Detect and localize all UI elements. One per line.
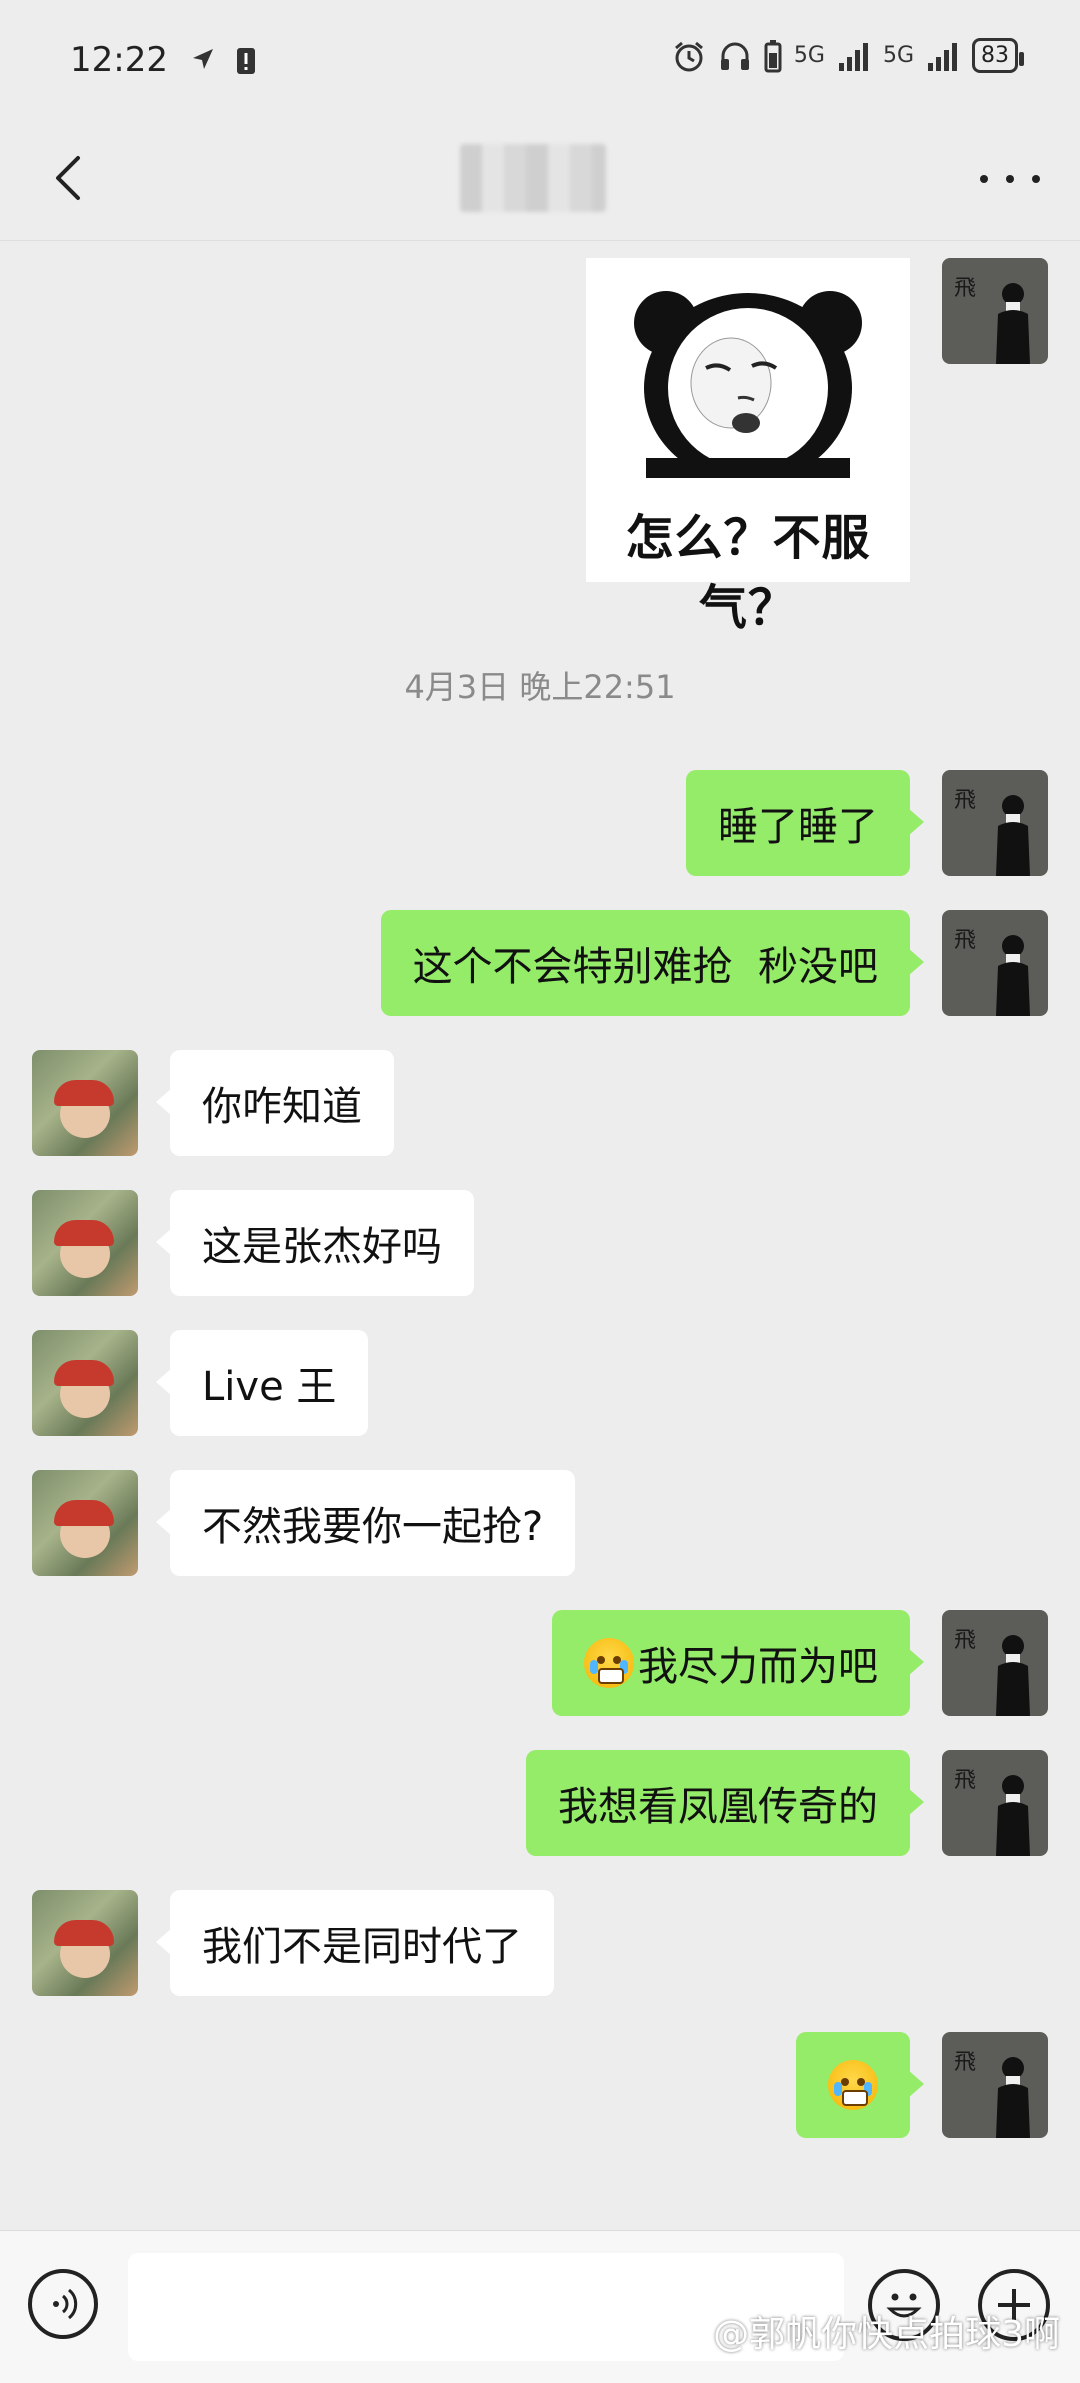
avatar[interactable] [32,1890,138,1996]
message-bubble-other[interactable]: 这是张杰好吗 [156,1190,474,1296]
status-right-icons: 5G 5G 83 [672,38,1024,73]
emoji-eye [597,1656,605,1664]
message-bubble-other[interactable]: 不然我要你一起抢? [155,1470,576,1576]
message-timestamp: 4月3日 晚上22:51 [404,668,676,706]
more-horizontal-icon [980,175,988,183]
headphones-icon [720,42,749,70]
avatar-char: 飛 [954,276,977,301]
battery-saver-icon [764,39,782,72]
avatar-hat [54,1080,114,1106]
avatar[interactable] [32,1190,138,1296]
avatar-hat [54,1500,114,1526]
avatar-char: 飛 [954,2050,977,2075]
more-options-button[interactable] [980,164,1040,194]
chevron-left-icon[interactable] [40,148,100,208]
voice-input-button[interactable] [28,2269,98,2339]
avatar-char: 飛 [954,1628,977,1653]
watermark: @郭帆你快点拍球3啊 [713,2314,1060,2355]
avatar-hat [54,1360,114,1386]
message-bubble-self[interactable]: 睡了睡了 [686,770,924,876]
message-bubble-self[interactable] [796,2032,924,2138]
chat-header [0,120,1080,241]
sticker-caption: 怎么？不服气？ [625,510,871,636]
signal-label-2: 5G [882,43,914,68]
more-dot [1032,175,1040,183]
person-silhouette-icon [996,283,1030,364]
avatar-hat [54,1920,114,1946]
panda-meme-icon [634,291,862,478]
status-left-icons [190,46,256,76]
crying-face-icon [584,1638,634,1688]
emoji-tear [590,1660,598,1674]
person-silhouette-icon [996,1635,1030,1716]
voice-wave-icon [53,2288,78,2320]
emoji-mouth [598,1668,624,1684]
signal-bars-icon [838,42,868,71]
signal-label-1: 5G [793,43,825,68]
status-time: 12:22 [70,40,168,80]
avatar[interactable] [32,1330,138,1436]
message-bubble-other[interactable]: Live 王 [155,1330,369,1436]
avatar-char: 飛 [954,788,977,813]
status-bar: 12:22 5G 5G 83 [0,0,1080,120]
avatar[interactable]: 飛 [942,2032,1048,2138]
person-silhouette-icon [996,1775,1030,1856]
avatar-hat [54,1220,114,1246]
avatar-char: 飛 [954,1768,977,1793]
signal-bars-icon [928,42,957,71]
message-bubble-self[interactable]: 我尽力而为吧 [552,1610,924,1716]
emoji-tear [834,2082,842,2096]
alarm-icon [674,41,703,71]
message-bubble-self[interactable]: 这个不会特别难抢 秒没吧 [380,910,925,1016]
message-bubble-self[interactable]: 我想看凤凰传奇的 [526,1750,924,1856]
sticker-image[interactable]: 怎么？不服气？ [586,258,910,636]
battery-level: 83 [972,38,1024,73]
avatar[interactable]: 飛 [942,910,1048,1016]
message-bubble-other[interactable]: 我们不是同时代了 [156,1890,554,1996]
avatar[interactable] [32,1470,138,1576]
message-text: 我尽力而为吧 [638,1644,878,1690]
person-silhouette-icon [996,795,1030,876]
message-bubble-other[interactable]: 你咋知道 [156,1050,394,1156]
avatar[interactable]: 飛 [942,1750,1048,1856]
avatar[interactable] [32,1050,138,1156]
person-silhouette-icon [996,935,1030,1016]
avatar-char: 飛 [954,928,977,953]
crying-face-icon [828,2060,878,2110]
emoji-eye [841,2078,849,2086]
person-silhouette-icon [996,2057,1030,2138]
avatar[interactable]: 飛 [942,770,1048,876]
more-dot [1006,175,1014,183]
emoji-mouth [842,2090,868,2106]
avatar[interactable]: 飛 [942,258,1048,364]
navigation-arrow-icon [193,49,213,69]
chat-title-blurred [460,144,606,212]
avatar[interactable]: 飛 [942,1610,1048,1716]
alert-icon [237,48,255,74]
